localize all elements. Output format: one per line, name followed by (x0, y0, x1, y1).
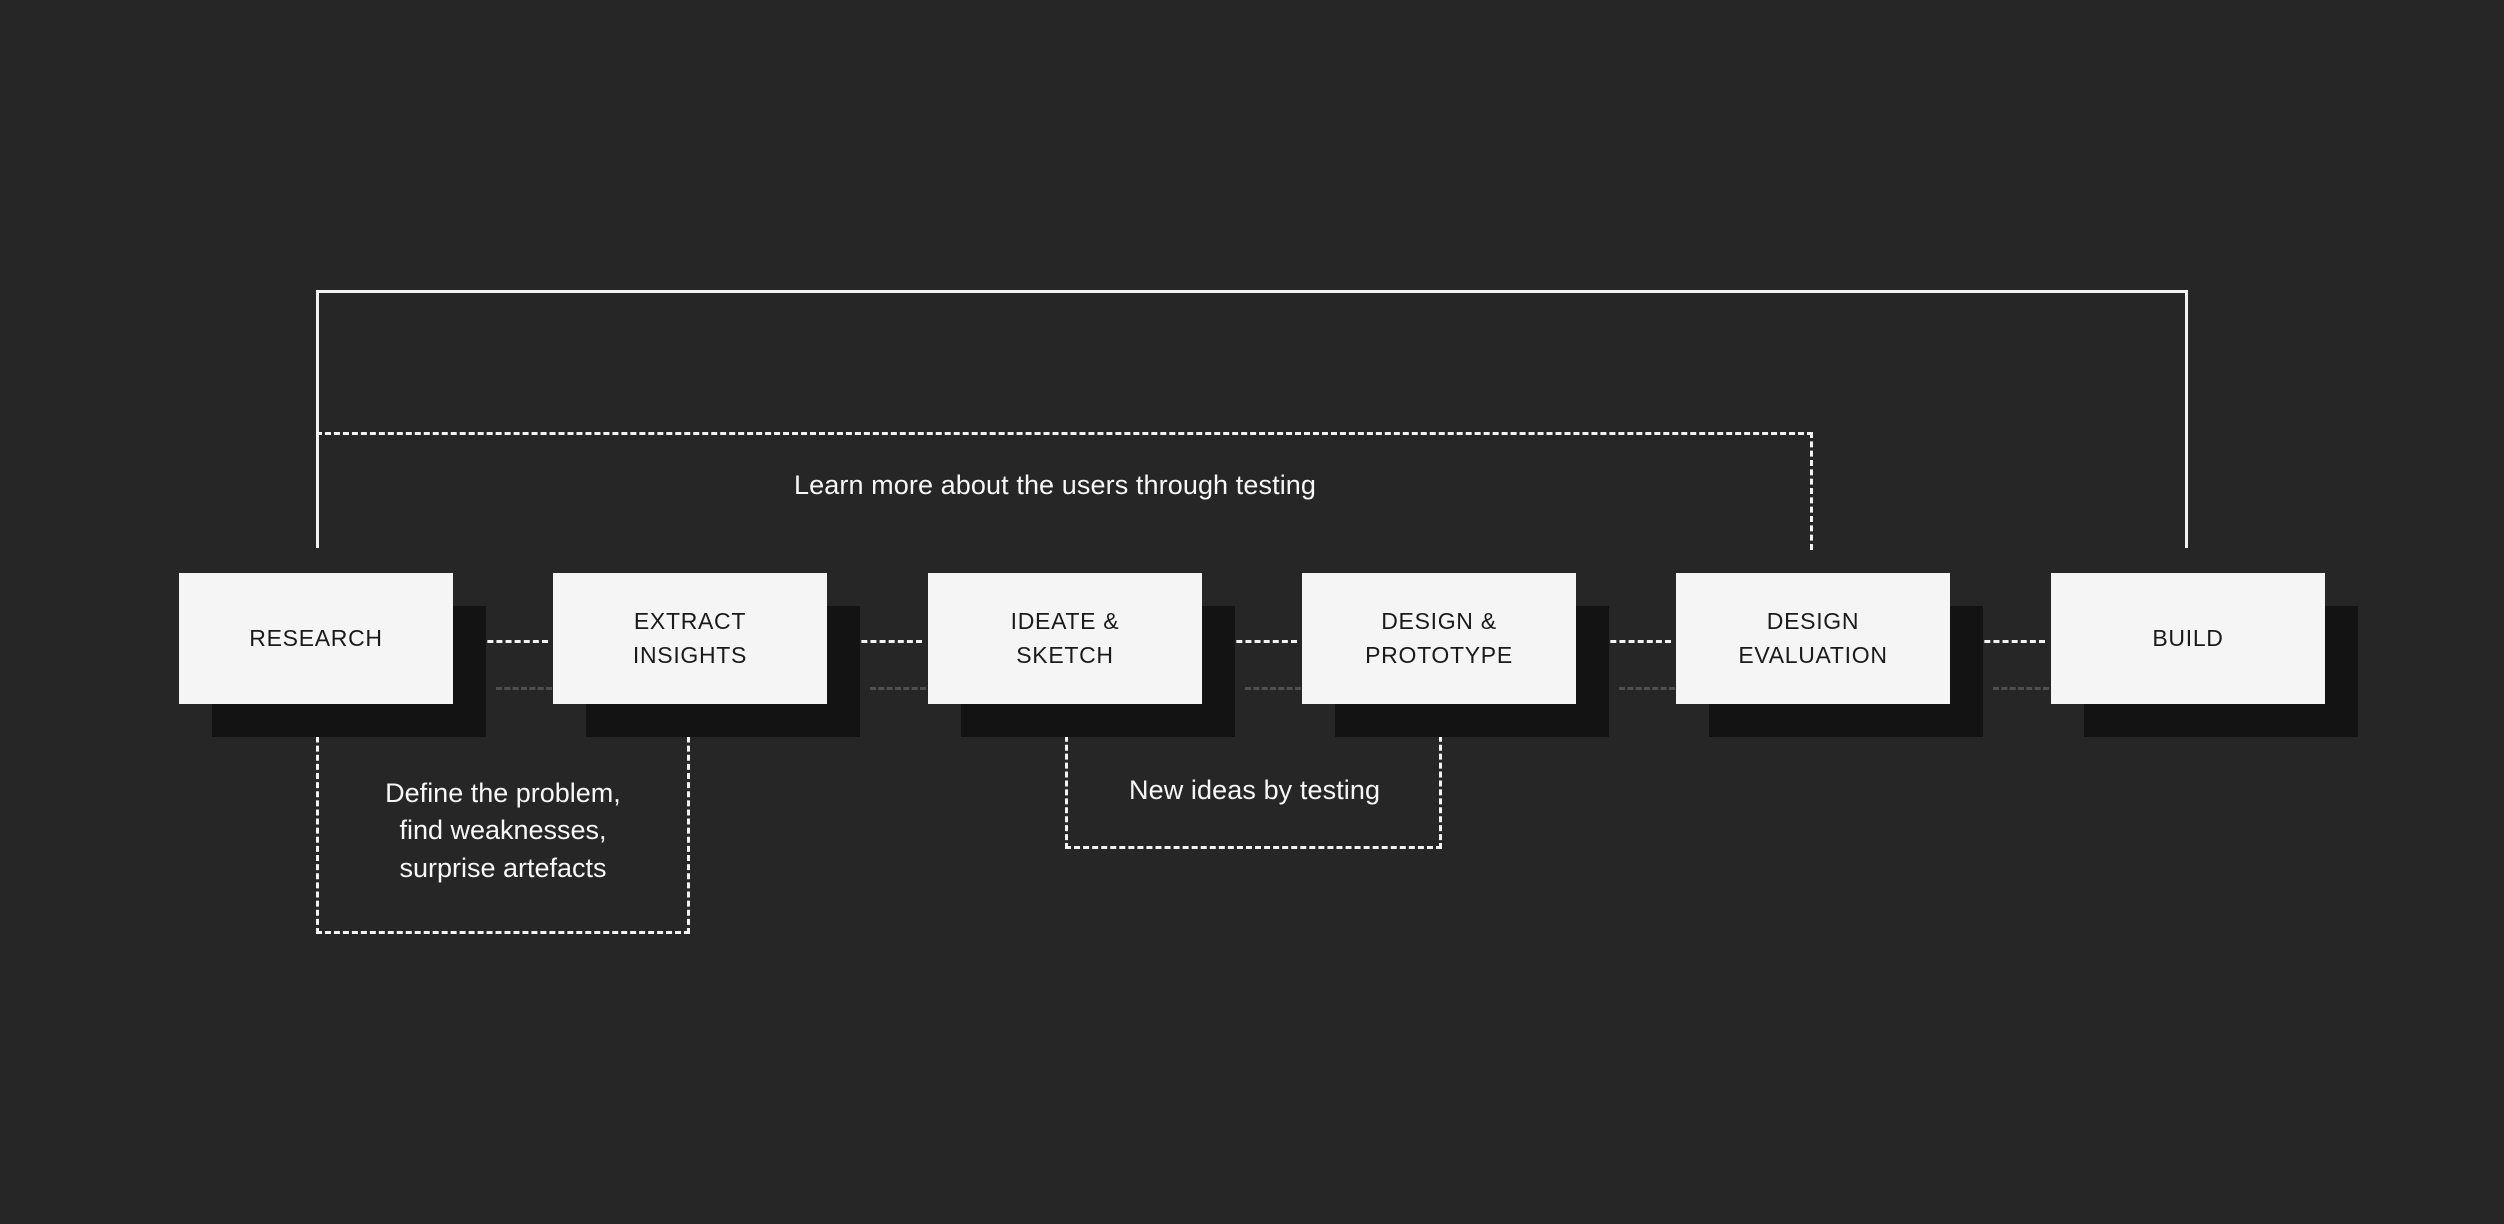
stage-card-label: DESIGN EVALUATION (1738, 608, 1888, 668)
stage-card-face[interactable]: DESIGN & PROTOTYPE (1302, 573, 1576, 704)
stage-card-face[interactable]: IDEATE & SKETCH (928, 573, 1202, 704)
stage-card-extract-insights[interactable]: EXTRACT INSIGHTS (553, 573, 860, 737)
stage-card-ideate-sketch[interactable]: IDEATE & SKETCH (928, 573, 1235, 737)
connector-research-to-extract-2 (496, 687, 552, 690)
connector-extract-to-ideate-2 (870, 687, 926, 690)
stage-card-design-evaluation[interactable]: DESIGN EVALUATION (1676, 573, 1983, 737)
stage-card-design-prototype[interactable]: DESIGN & PROTOTYPE (1302, 573, 1609, 737)
connector-design-to-evaluation-2 (1619, 687, 1675, 690)
stage-card-label: DESIGN & PROTOTYPE (1365, 608, 1513, 668)
connector-ideate-to-design-2 (1245, 687, 1301, 690)
stage-card-research[interactable]: RESEARCH (179, 573, 486, 737)
diagram-canvas: Learn more about the users through testi… (0, 0, 2504, 1224)
stage-card-label: RESEARCH (249, 624, 383, 651)
stage-card-face[interactable]: BUILD (2051, 573, 2325, 704)
stage-card-label: IDEATE & SKETCH (1010, 608, 1120, 668)
stage-card-label: EXTRACT INSIGHTS (632, 608, 748, 668)
stage-card-face[interactable]: EXTRACT INSIGHTS (553, 573, 827, 704)
annotation-text-new-ideas: New ideas by testing (1113, 773, 1397, 809)
stage-card-label: BUILD (2152, 624, 2224, 651)
annotation-text-define-problem: Define the problem, find weaknesses, sur… (385, 778, 621, 883)
stage-card-face[interactable]: DESIGN EVALUATION (1676, 573, 1950, 704)
stage-card-build[interactable]: BUILD (2051, 573, 2358, 737)
loop-label-learn-more: Learn more about the users through testi… (778, 468, 1333, 504)
connector-evaluation-to-build-2 (1993, 687, 2049, 690)
stage-card-face[interactable]: RESEARCH (179, 573, 453, 704)
